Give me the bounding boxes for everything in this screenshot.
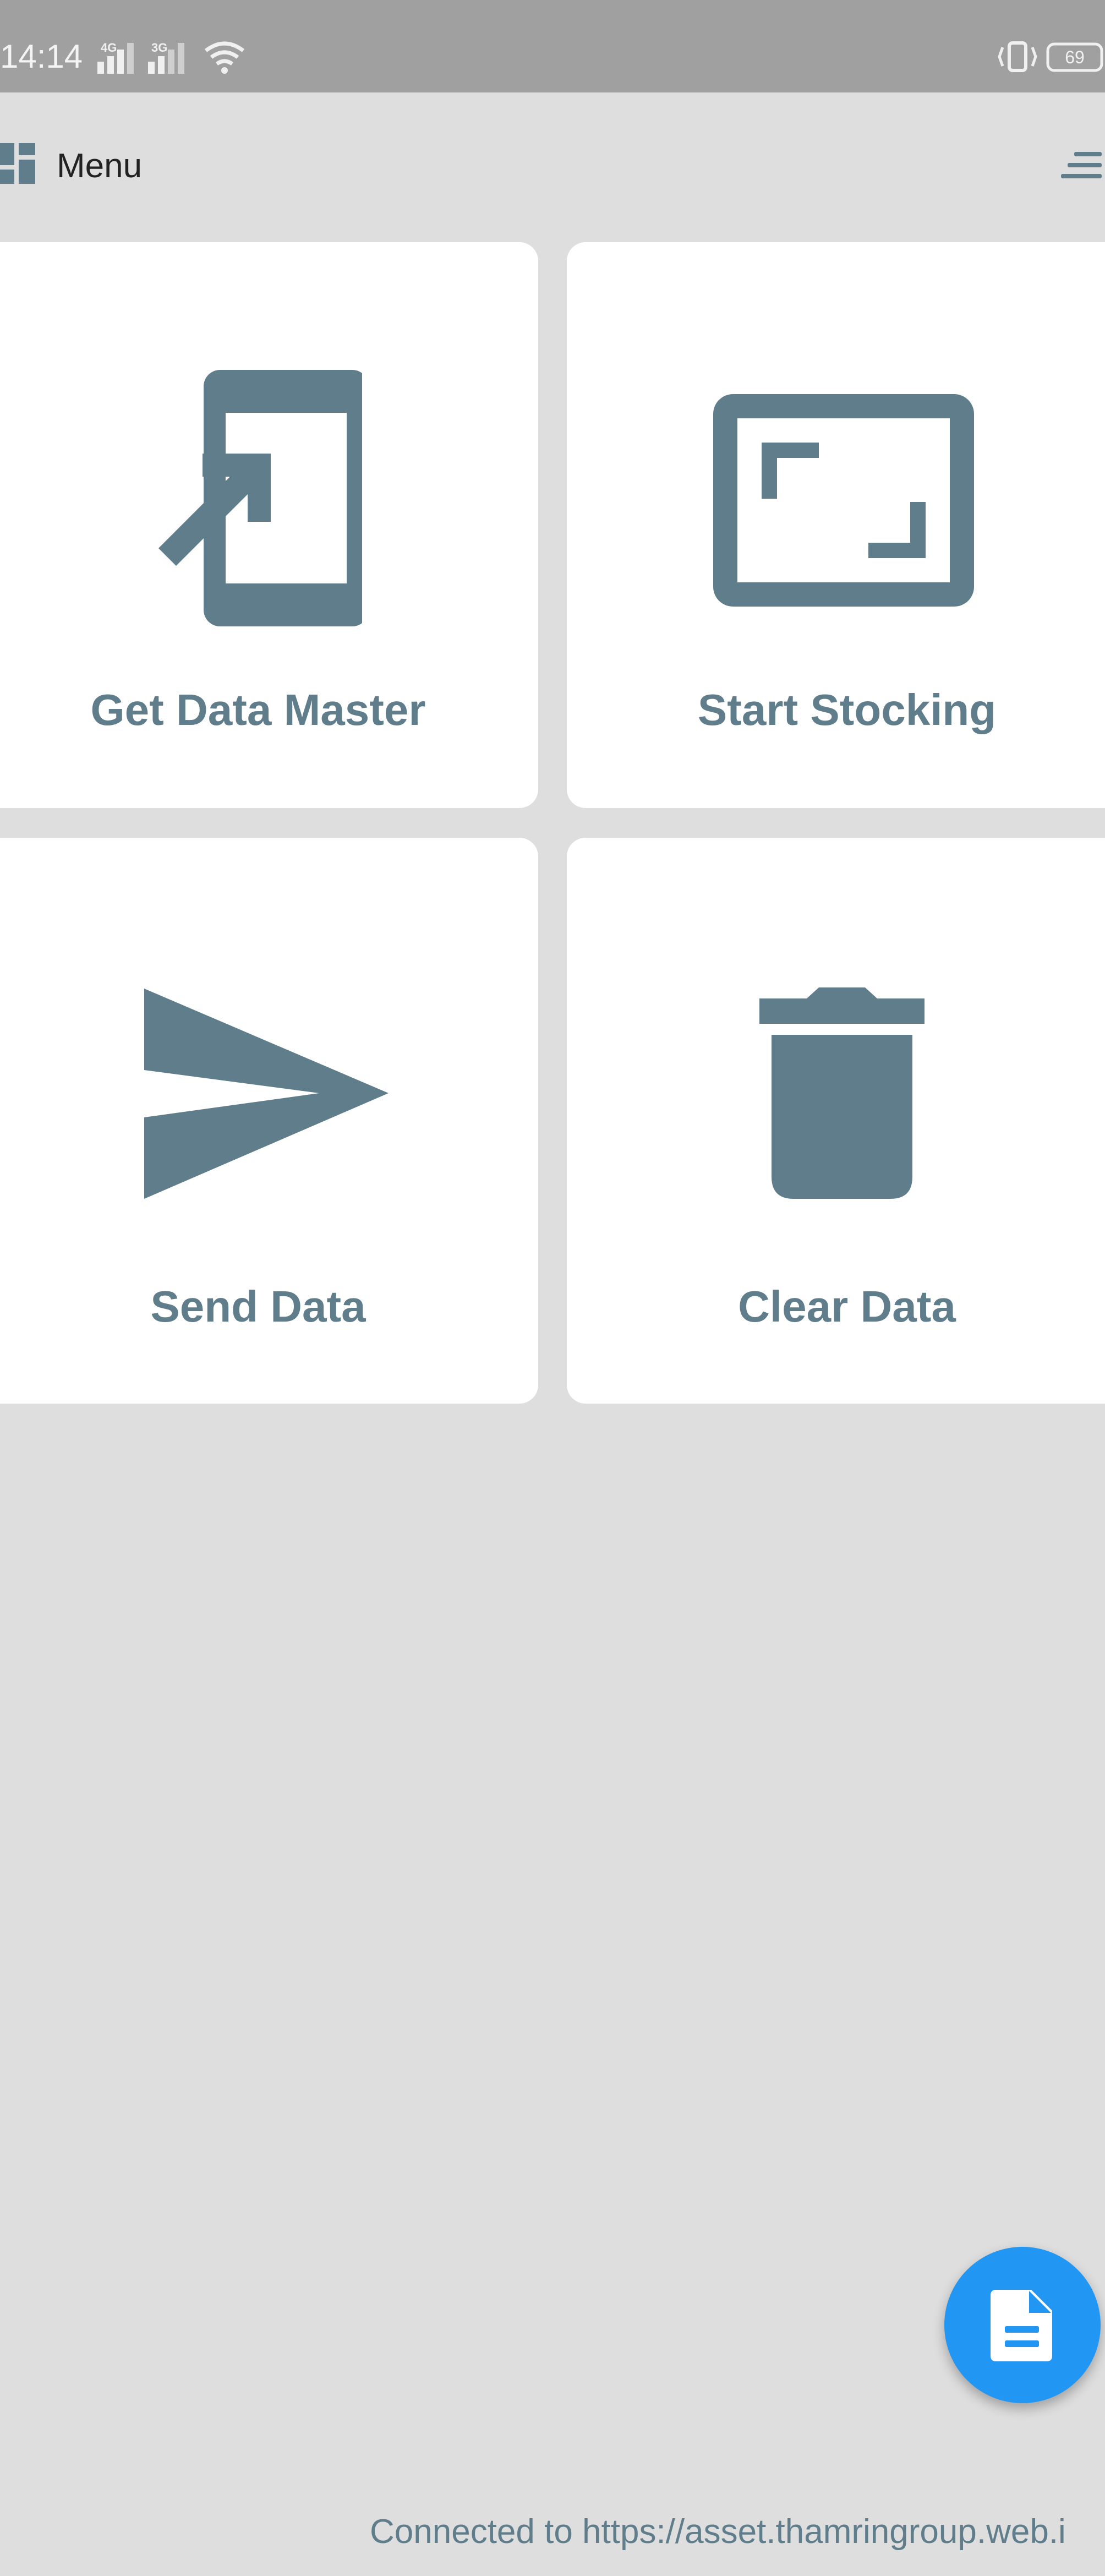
- signal-4g-icon: 4G: [97, 41, 134, 74]
- import-phone-icon: [158, 370, 362, 626]
- connection-status: Connected to https://asset.thamringroup.…: [370, 2513, 1066, 2551]
- svg-text:69: 69: [1065, 47, 1085, 67]
- dashboard-icon: [0, 143, 35, 184]
- get-data-master-label: Get Data Master: [90, 685, 426, 734]
- menu-title: Menu: [57, 147, 143, 185]
- svg-text:4G: 4G: [101, 41, 117, 54]
- wifi-icon: [204, 41, 245, 74]
- battery-icon: 69: [1046, 42, 1103, 72]
- start-stocking-label: Start Stocking: [697, 685, 997, 734]
- menu-header: Menu: [0, 92, 1105, 239]
- send-data-card[interactable]: Send Data: [0, 838, 538, 1404]
- start-stocking-card[interactable]: Start Stocking: [567, 242, 1105, 808]
- status-bar: 14:14 4G 3G 69: [0, 0, 1105, 92]
- status-left-icons: 4G 3G: [96, 37, 250, 79]
- get-data-master-card[interactable]: Get Data Master: [0, 242, 538, 808]
- status-time: 14:14: [0, 38, 83, 75]
- signal-wifi-icons: 4G 3G: [97, 41, 245, 74]
- svg-text:3G: 3G: [151, 41, 167, 54]
- vibrate-icon: [998, 41, 1037, 72]
- send-icon: [144, 989, 389, 1199]
- scan-frame-icon: [713, 394, 974, 607]
- clear-data-label: Clear Data: [738, 1282, 956, 1331]
- document-icon: [991, 2290, 1052, 2361]
- status-right-icons: 69: [995, 40, 1105, 78]
- menu-toggle-icon[interactable]: [1061, 150, 1103, 183]
- document-fab-button[interactable]: [944, 2247, 1101, 2403]
- clear-data-card[interactable]: Clear Data: [567, 838, 1105, 1404]
- signal-3g-icon: 3G: [148, 41, 184, 74]
- trash-icon: [759, 987, 925, 1199]
- send-data-label: Send Data: [150, 1282, 366, 1331]
